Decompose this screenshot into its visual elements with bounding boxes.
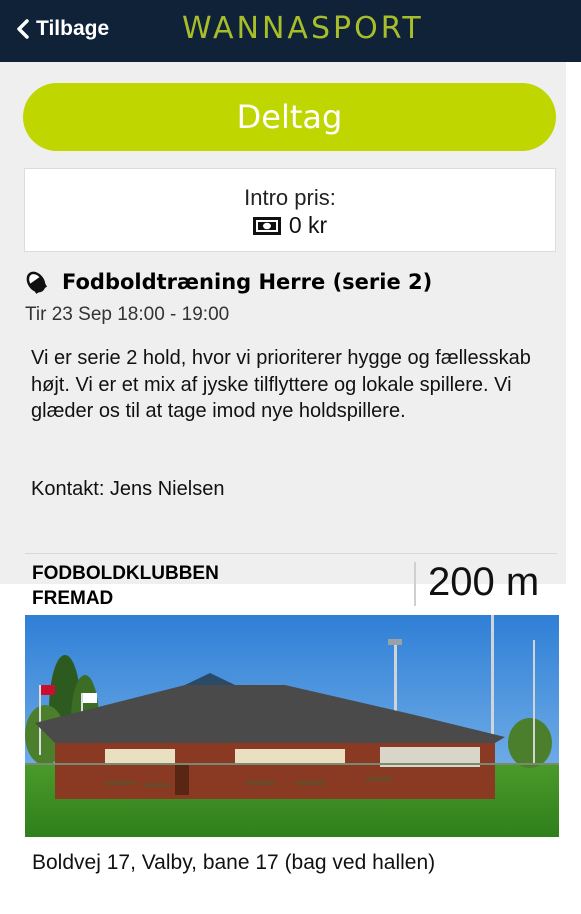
banknote-icon: [252, 216, 281, 235]
vertical-separator: [414, 562, 416, 606]
football-icon: [26, 271, 48, 294]
event-title: Fodboldtræning Herre (serie 2): [62, 270, 433, 294]
top-bar: Tilbage WANNASPORT: [0, 0, 581, 62]
right-margin: [566, 62, 581, 914]
join-button[interactable]: Deltag: [23, 83, 556, 151]
price-box: Intro pris: 0 kr: [24, 168, 556, 252]
venue-address: Boldvej 17, Valby, bane 17 (bag ved hall…: [32, 851, 436, 874]
back-button[interactable]: Tilbage: [16, 14, 109, 44]
divider: [25, 553, 557, 554]
price-value: 0 kr: [288, 212, 328, 238]
event-description: Vi er serie 2 hold, hvor vi prioriterer …: [31, 347, 531, 422]
chevron-left-icon: [17, 19, 29, 39]
price-value-row: 0 kr: [25, 212, 555, 239]
club-name[interactable]: FODBOLDKLUBBEN FREMAD: [32, 561, 272, 611]
app-logo: WANNASPORT: [182, 11, 424, 46]
event-title-row: Fodboldtræning Herre (serie 2): [24, 270, 432, 294]
venue-photo[interactable]: [25, 615, 559, 837]
distance: 200 m: [428, 560, 540, 604]
price-label: Intro pris:: [244, 185, 336, 210]
event-contact: Kontakt: Jens Nielsen: [31, 478, 225, 500]
back-label: Tilbage: [36, 17, 110, 40]
event-datetime: Tir 23 Sep 18:00 - 19:00: [25, 304, 230, 325]
